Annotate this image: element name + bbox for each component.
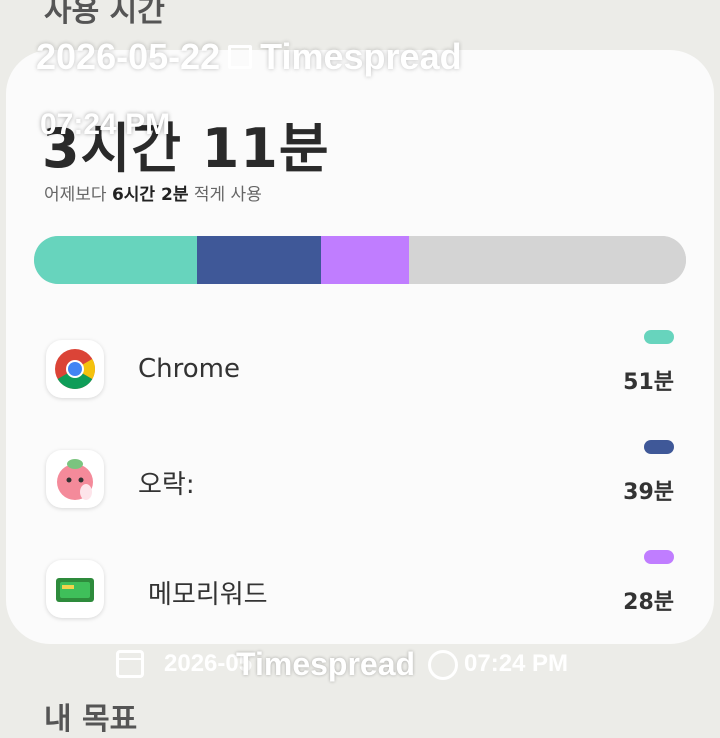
peach-character-icon [46,450,104,508]
app-usage-time: 39분 [623,480,674,505]
watermark-time: 07:24 PM [40,108,171,141]
watermark-time: 07:24 PM [464,650,569,677]
app-row-orak[interactable]: 오락: 39분 [0,440,720,520]
usage-time-section-title: 사용 시간 [44,0,165,29]
usage-bar-segment [197,236,321,284]
usage-bar-segment [408,236,686,284]
timespread-watermark: 2026-05-22 Timespread [36,36,462,78]
calendar-icon [116,650,144,678]
clock-icon [428,650,458,680]
my-goals-section-title: 내 목표 [44,702,138,737]
compare-suffix: 적게 사용 [188,185,262,205]
app-name: Chrome [138,354,240,384]
bottom-watermark: 2026-05 Timespread 07:24 PM [112,646,632,686]
compare-prefix: 어제보다 [44,185,112,205]
app-color-indicator [644,440,674,454]
usage-distribution-bar [34,236,686,284]
watermark-logo-icon [228,45,253,69]
watermark-date: 2026-05-22 [36,36,221,77]
chrome-icon [46,340,104,398]
app-usage-time: 51분 [623,370,674,395]
compare-yesterday-text: 어제보다 6시간 2분 적게 사용 [44,180,262,205]
app-row-chrome[interactable]: Chrome 51분 [0,330,720,410]
app-row-memoryword[interactable]: 메모리워드 28분 [0,550,720,630]
watermark-brand: Timespread [260,36,462,77]
app-color-indicator [644,330,674,344]
app-color-indicator [644,550,674,564]
app-name: 오락: [138,470,195,500]
app-name: 메모리워드 [148,580,268,610]
app-usage-time: 28분 [623,590,674,615]
memoryword-card-icon [46,560,104,618]
watermark-brand: Timespread [236,646,416,682]
compare-amount: 6시간 2분 [111,185,189,205]
usage-bar-segment [320,236,409,284]
usage-bar-segment [34,236,197,284]
